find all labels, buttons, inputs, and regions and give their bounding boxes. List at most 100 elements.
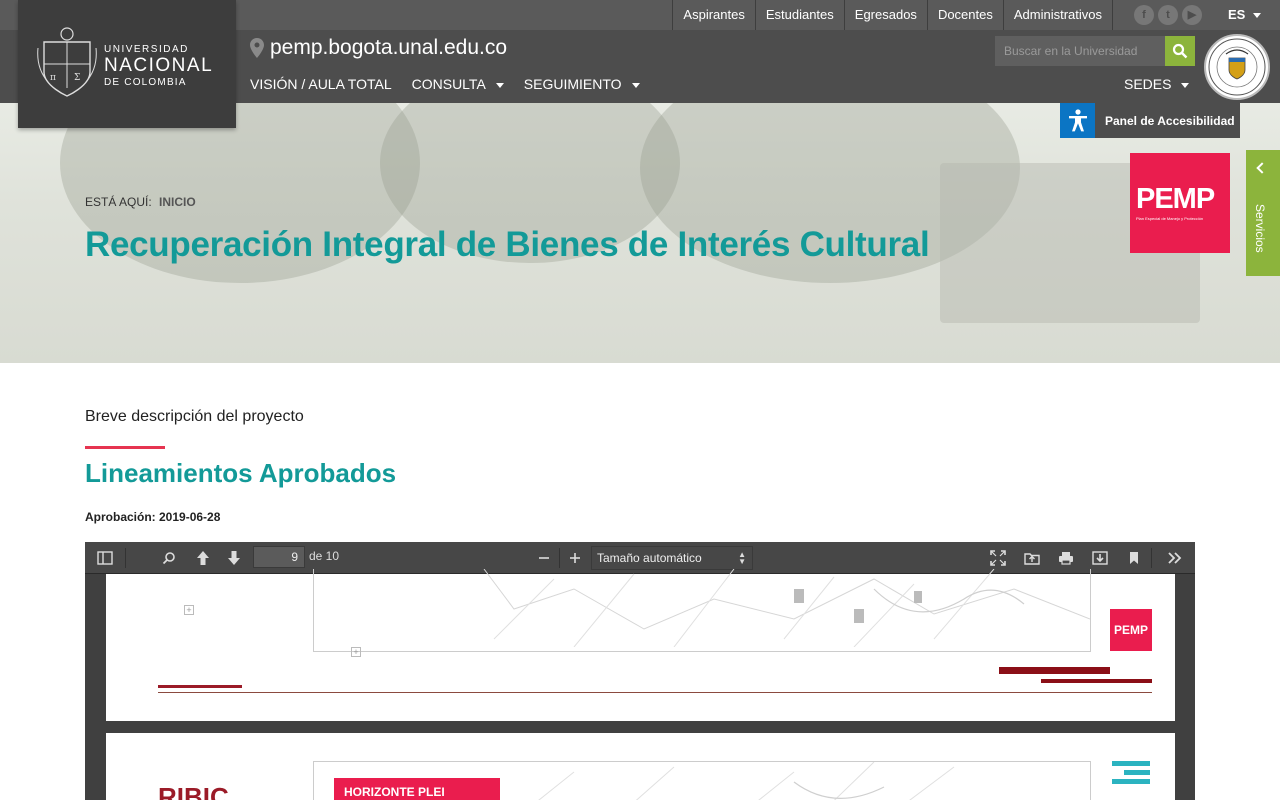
page-map-frame xyxy=(313,568,1091,652)
svg-text:Σ: Σ xyxy=(74,73,80,83)
toolbar-separator xyxy=(1151,548,1152,568)
colombia-seal-logo[interactable] xyxy=(1204,34,1270,100)
page-decor-bar xyxy=(158,685,242,688)
project-description: Breve descripción del proyecto xyxy=(85,408,304,425)
university-logo[interactable]: π Σ UNIVERSIDAD NACIONAL DE COLOMBIA xyxy=(18,0,236,128)
next-page-button[interactable] xyxy=(223,547,245,569)
page-decor-bar xyxy=(999,667,1110,674)
search-icon xyxy=(1172,43,1188,59)
presentation-mode-button[interactable] xyxy=(987,547,1009,569)
pdf-page: + + PEMP xyxy=(106,568,1175,721)
page-rule xyxy=(158,692,1152,693)
sidebar-icon xyxy=(97,551,113,565)
sedes-menu[interactable]: SEDES xyxy=(1124,76,1190,92)
audience-links: Aspirantes Estudiantes Egresados Docente… xyxy=(672,0,1113,30)
site-domain[interactable]: pemp.bogota.unal.edu.co xyxy=(250,36,507,60)
download-icon xyxy=(1092,551,1108,565)
printer-icon xyxy=(1059,552,1073,565)
services-label: Servicios xyxy=(1253,204,1267,253)
zoom-in-button[interactable] xyxy=(564,547,586,569)
logo-line-1: UNIVERSIDAD xyxy=(104,44,189,55)
link-administrativos[interactable]: Administrativos xyxy=(1002,0,1113,30)
page-ribic-title: RIBIC xyxy=(158,782,229,800)
nav-consulta[interactable]: CONSULTA xyxy=(412,76,504,92)
approval-date: Aprobación: 2019-06-28 xyxy=(85,510,221,524)
chevron-left-icon xyxy=(1256,162,1268,174)
fullscreen-icon xyxy=(990,550,1006,566)
nav-seguimiento-label: SEGUIMIENTO xyxy=(523,76,622,92)
pdf-viewer: de 10 Tamaño automático ▲▼ xyxy=(85,542,1195,800)
page-number-input[interactable] xyxy=(253,546,305,568)
social-links: f t ▶ xyxy=(1134,5,1202,25)
link-docentes[interactable]: Docentes xyxy=(926,0,1003,30)
sedes-label: SEDES xyxy=(1124,76,1172,92)
plus-icon xyxy=(570,553,580,563)
twitter-icon[interactable]: t xyxy=(1158,5,1178,25)
breadcrumb: ESTÁ AQUÍ: INICIO xyxy=(85,195,196,209)
heading-accent-bar xyxy=(85,446,165,449)
page-pemp-logo: PEMP xyxy=(1110,609,1152,651)
breadcrumb-label: ESTÁ AQUÍ: xyxy=(85,195,152,209)
pemp-logo[interactable]: PEMP Plan Especial de Manejo y Protecció… xyxy=(1130,153,1230,253)
link-estudiantes[interactable]: Estudiantes xyxy=(754,0,844,30)
download-button[interactable] xyxy=(1089,547,1111,569)
chevron-down-icon xyxy=(1253,13,1262,19)
bookmark-button[interactable] xyxy=(1123,547,1145,569)
accessibility-panel-button[interactable]: Panel de Accesibilidad xyxy=(1060,103,1240,138)
page-decor-bar xyxy=(1041,679,1152,683)
arrow-down-icon xyxy=(228,551,240,565)
teal-bar xyxy=(1112,761,1150,766)
accessibility-label: Panel de Accesibilidad xyxy=(1105,113,1235,128)
language-label: ES xyxy=(1228,7,1246,22)
arrow-up-icon xyxy=(197,551,209,565)
double-chevron-right-icon xyxy=(1168,552,1182,564)
search-box xyxy=(995,36,1195,66)
site-domain-text: pemp.bogota.unal.edu.co xyxy=(270,36,508,59)
nav-vision[interactable]: VISIÓN / AULA TOTAL xyxy=(250,76,392,92)
link-aspirantes[interactable]: Aspirantes xyxy=(672,0,754,30)
link-egresados[interactable]: Egresados xyxy=(843,0,927,30)
search-button[interactable] xyxy=(1165,36,1195,66)
chevron-down-icon xyxy=(1181,82,1190,88)
chevron-down-icon xyxy=(631,82,640,88)
zoom-select-value: Tamaño automático xyxy=(597,551,702,565)
print-button[interactable] xyxy=(1055,547,1077,569)
map-illustration xyxy=(483,568,1091,648)
open-file-button[interactable] xyxy=(1021,547,1043,569)
pemp-logo-text: PEMP xyxy=(1136,183,1215,215)
tools-menu-button[interactable] xyxy=(1164,547,1186,569)
nav-consulta-label: CONSULTA xyxy=(411,76,486,92)
coat-of-arms-icon xyxy=(1208,38,1266,96)
zoom-out-button[interactable] xyxy=(533,547,555,569)
language-selector[interactable]: ES xyxy=(1228,7,1262,22)
breadcrumb-home[interactable]: INICIO xyxy=(159,195,196,209)
sidebar-toggle-button[interactable] xyxy=(94,547,116,569)
university-crest-icon: π Σ xyxy=(37,27,97,97)
section-heading: Lineamientos Aprobados xyxy=(85,458,397,488)
page-teal-logo xyxy=(1112,761,1150,788)
main-navigation: VISIÓN / AULA TOTAL CONSULTA SEGUIMIENTO xyxy=(250,76,640,92)
nav-seguimiento[interactable]: SEGUIMIENTO xyxy=(524,76,640,92)
toolbar-separator xyxy=(125,548,126,568)
services-tab[interactable]: Servicios xyxy=(1246,150,1280,276)
minus-icon xyxy=(539,557,549,559)
logo-line-3: DE COLOMBIA xyxy=(104,77,187,88)
zoom-select[interactable]: Tamaño automático ▲ ▼ xyxy=(591,546,753,570)
hero-banner: Panel de Accesibilidad ESTÁ AQUÍ: INICIO… xyxy=(0,103,1280,363)
find-button[interactable] xyxy=(158,547,180,569)
pemp-logo-subtitle: Plan Especial de Manejo y Protección xyxy=(1136,216,1204,221)
previous-page-button[interactable] xyxy=(192,547,214,569)
search-input[interactable] xyxy=(995,36,1165,66)
chevron-down-icon xyxy=(495,82,504,88)
page-horizonte-tag: HORIZONTE PLEI xyxy=(334,778,500,800)
teal-bar xyxy=(1124,770,1150,775)
registration-mark: + xyxy=(184,605,194,615)
youtube-icon[interactable]: ▶ xyxy=(1182,5,1202,25)
facebook-icon[interactable]: f xyxy=(1134,5,1154,25)
registration-mark: + xyxy=(351,647,361,657)
svg-text:π: π xyxy=(50,73,56,83)
select-arrows-icon: ▲ ▼ xyxy=(738,550,746,566)
search-icon xyxy=(162,552,175,565)
pdf-page: RIBIC HORIZONTE PLEI xyxy=(106,733,1175,800)
teal-bar xyxy=(1112,779,1150,784)
